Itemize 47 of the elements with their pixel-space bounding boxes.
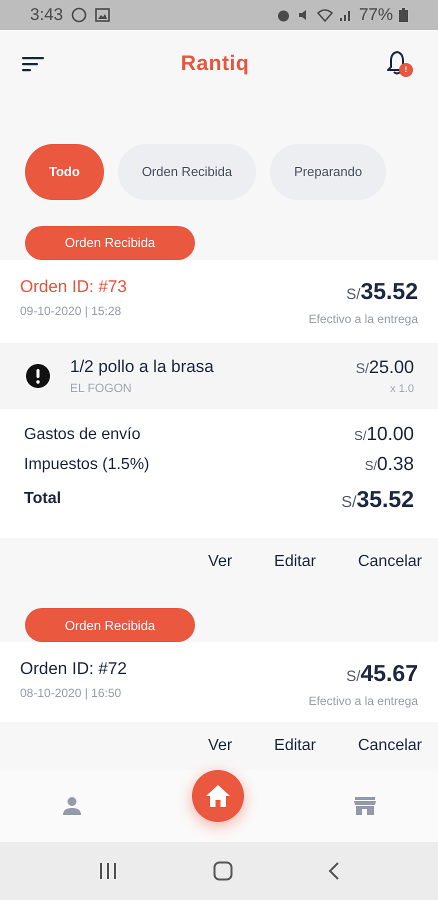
payment-method: Efectivo a la entrega	[308, 692, 418, 710]
notification-button[interactable]: !	[384, 48, 416, 80]
order-id: Orden ID: #72	[20, 658, 127, 680]
order-amount: S/45.67	[346, 659, 418, 688]
action-button[interactable]: Editar	[274, 550, 316, 574]
signal-icon	[338, 8, 353, 22]
battery-level: 77%	[358, 4, 393, 26]
store-name: EL FOGON	[70, 380, 133, 398]
order-date: 08-10-2020 | 16:50	[20, 684, 122, 702]
action-button[interactable]: Ver	[208, 734, 232, 758]
charge-value: S/0.38	[364, 453, 414, 477]
action-button[interactable]: Ver	[208, 550, 232, 574]
status-badge: Orden Recibida	[25, 226, 195, 260]
menu-icon[interactable]	[22, 56, 46, 72]
home-button[interactable]	[192, 770, 244, 822]
wifi-icon	[316, 8, 333, 22]
charge-label: Gastos de envío	[24, 424, 141, 445]
image-icon	[95, 8, 110, 22]
order-date: 09-10-2020 | 15:28	[20, 302, 122, 320]
recent-apps-icon[interactable]	[98, 862, 118, 880]
order-amount: S/35.52	[346, 277, 418, 306]
filter-chip[interactable]: Todo	[25, 144, 104, 200]
filter-chip[interactable]: Preparando	[270, 144, 386, 200]
home-icon	[205, 784, 231, 808]
back-icon[interactable]	[328, 861, 340, 881]
item-name: 1/2 pollo a la brasa	[70, 356, 215, 378]
filter-chip[interactable]: Orden Recibida	[118, 144, 256, 200]
alert-icon	[26, 364, 50, 388]
payment-method: Efectivo a la entrega	[308, 310, 418, 328]
total-label: Total	[24, 488, 62, 509]
charge-label: Impuestos (1.5%)	[24, 455, 150, 476]
home-nav-icon[interactable]	[212, 861, 233, 881]
total-value: S/35.52	[341, 484, 414, 514]
order-id: Orden ID: #73	[20, 276, 127, 298]
item-quantity: x 1.0	[390, 382, 414, 397]
battery-icon	[399, 8, 408, 22]
action-button[interactable]: Cancelar	[358, 550, 422, 574]
action-button[interactable]: Cancelar	[358, 734, 422, 758]
item-price: S/25.00	[356, 356, 414, 379]
status-time: 3:43	[30, 4, 64, 26]
store-icon[interactable]	[354, 796, 376, 816]
app-title: Rantiq	[180, 51, 250, 78]
status-badge: Orden Recibida	[25, 608, 195, 642]
action-button[interactable]: Editar	[274, 734, 316, 758]
charge-value: S/10.00	[354, 422, 414, 446]
person-icon[interactable]	[62, 796, 82, 816]
notification-badge: !	[398, 63, 413, 77]
